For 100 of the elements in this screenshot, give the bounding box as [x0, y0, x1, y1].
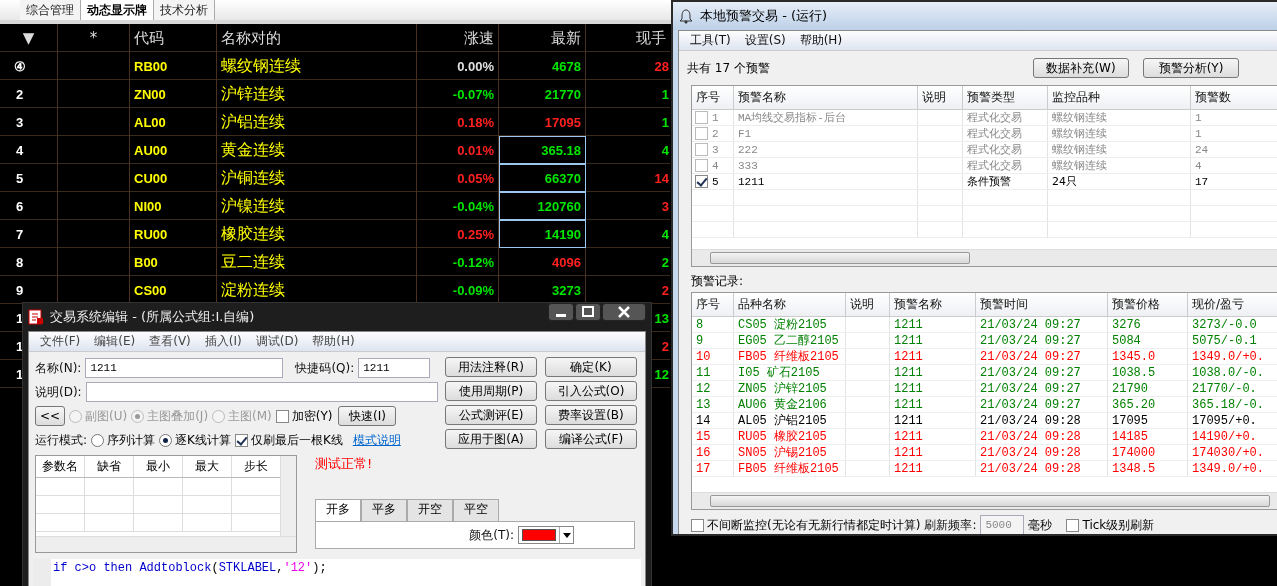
- table-cell: AU00: [130, 136, 217, 164]
- field-label: 快捷码(Q):: [295, 359, 355, 377]
- tab[interactable]: 平空: [453, 499, 499, 521]
- column-header[interactable]: 参数名: [36, 456, 85, 477]
- table-cell: 3: [712, 143, 719, 156]
- table-cell: 3273: [552, 282, 581, 298]
- column-header[interactable]: ▼: [0, 24, 58, 52]
- column-header[interactable]: 序号: [692, 293, 734, 316]
- table-cell: 21/03/24 09:27: [980, 317, 1081, 332]
- button[interactable]: 公式测评(E): [445, 405, 537, 425]
- column-header[interactable]: 预警数: [1191, 86, 1277, 109]
- shortcut-field[interactable]: 1211: [358, 358, 431, 378]
- tab[interactable]: 开空: [407, 499, 453, 521]
- table-cell: 17095/+0.: [1192, 413, 1257, 428]
- field-label: 运行模式:: [35, 431, 88, 449]
- column-header[interactable]: 代码: [130, 24, 217, 52]
- tab[interactable]: 平多: [361, 499, 407, 521]
- horizontal-scrollbar[interactable]: [692, 249, 1277, 266]
- color-picker[interactable]: [518, 526, 574, 544]
- button[interactable]: 预警分析(Y): [1143, 58, 1239, 78]
- column-header[interactable]: 缺省: [85, 456, 134, 477]
- table-cell: 条件预警: [963, 174, 1048, 189]
- table-cell: 螺纹钢连续: [217, 52, 417, 80]
- tab[interactable]: 动态显示牌: [81, 0, 154, 20]
- table-cell: 螺纹钢连续: [1048, 158, 1191, 173]
- table-cell-text: FB05 纤维板2105: [738, 461, 839, 477]
- column-header[interactable]: 说明: [846, 293, 890, 316]
- checkbox[interactable]: [234, 433, 248, 447]
- table-cell: -0.07%: [452, 86, 494, 102]
- table-cell: 1: [1191, 126, 1277, 141]
- radio-button[interactable]: [159, 433, 173, 447]
- menu-item[interactable]: 调试(D): [250, 333, 304, 350]
- button[interactable]: 引入公式(O): [545, 381, 637, 401]
- menu-item[interactable]: 插入(I): [199, 333, 247, 350]
- table-cell: 14190: [544, 226, 581, 242]
- table-cell: 174000: [1112, 445, 1156, 460]
- column-header[interactable]: 预警名称: [890, 293, 976, 316]
- button[interactable]: 确定(K): [545, 357, 637, 377]
- code-editor[interactable]: if c>o then Addtoblock(STKLABEL,'12');: [33, 559, 641, 586]
- menu-item[interactable]: 工具(T): [685, 32, 736, 49]
- mode-link[interactable]: 模式说明: [352, 431, 401, 449]
- horizontal-scrollbar[interactable]: [36, 536, 296, 552]
- column-header[interactable]: 现手: [586, 24, 670, 52]
- tab[interactable]: 综合管理: [20, 0, 81, 20]
- menu-item[interactable]: 帮助(H): [307, 333, 360, 350]
- button[interactable]: 用法注释(R): [445, 357, 537, 377]
- table-cell: 10: [696, 349, 711, 364]
- menu-item[interactable]: 编辑(E): [89, 333, 141, 350]
- table-cell: AL00: [130, 108, 217, 136]
- description-field[interactable]: [85, 382, 438, 402]
- table-cell: 21/03/24 09:28: [980, 429, 1081, 444]
- button[interactable]: 费率设置(B): [545, 405, 637, 425]
- tab[interactable]: 技术分析: [154, 0, 215, 20]
- column-header[interactable]: 说明: [918, 86, 963, 109]
- column-header[interactable]: 最大: [183, 456, 232, 477]
- column-header[interactable]: 预警名称: [734, 86, 918, 109]
- column-header[interactable]: 预警类型: [963, 86, 1048, 109]
- column-header[interactable]: 预警价格: [1108, 293, 1188, 316]
- button[interactable]: 数据补充(W): [1033, 58, 1129, 78]
- checkbox[interactable]: [691, 518, 704, 532]
- button[interactable]: 应用于图(A): [445, 429, 537, 449]
- checkbox[interactable]: [275, 409, 289, 423]
- column-header[interactable]: 涨速: [417, 24, 499, 52]
- checkbox-label: 加密(Y): [291, 407, 333, 425]
- table-cell: 14: [696, 413, 711, 428]
- table-cell: 2: [661, 282, 669, 298]
- column-header[interactable]: 现价/盈亏: [1188, 293, 1277, 316]
- menu-item[interactable]: 设置(S): [739, 32, 791, 49]
- table-cell: RU00: [130, 220, 217, 248]
- code-line: if c>o then Addtoblock(STKLABEL,'12');: [52, 560, 328, 577]
- radio-button[interactable]: [91, 433, 105, 447]
- horizontal-scrollbar[interactable]: [692, 492, 1277, 509]
- tab[interactable]: 开多: [315, 499, 361, 521]
- table-cell: 2: [661, 338, 669, 354]
- column-header[interactable]: 序号: [692, 86, 734, 109]
- table-cell: ④: [0, 52, 58, 80]
- collapse-button[interactable]: <<: [35, 406, 65, 426]
- fast-button[interactable]: 快速(I): [338, 406, 397, 426]
- column-header[interactable]: 预警时间: [976, 293, 1108, 316]
- table-cell: 0.25%: [457, 226, 494, 242]
- menu-item[interactable]: 查看(V): [144, 333, 196, 350]
- table-cell: 333: [734, 158, 918, 173]
- button[interactable]: 使用周期(P): [445, 381, 537, 401]
- table-cell: 螺纹钢连续: [1048, 126, 1191, 141]
- column-header[interactable]: 名称对的: [217, 24, 417, 52]
- vertical-scrollbar[interactable]: [280, 456, 296, 536]
- menu-item[interactable]: 帮助(H): [794, 32, 848, 49]
- table-cell: 11: [696, 365, 711, 380]
- table-cell-text: CS05 淀粉2105: [738, 317, 827, 333]
- name-field[interactable]: 1211: [85, 358, 284, 378]
- table-cell: 5: [0, 164, 58, 192]
- column-header[interactable]: 最新: [499, 24, 586, 52]
- checkbox[interactable]: [695, 175, 708, 188]
- column-header[interactable]: 品种名称: [734, 293, 846, 316]
- column-header[interactable]: 最小: [134, 456, 183, 477]
- checkbox[interactable]: [1066, 518, 1080, 532]
- column-header[interactable]: *: [58, 24, 130, 52]
- column-header[interactable]: 监控品种: [1048, 86, 1191, 109]
- table-cell: 3: [0, 108, 58, 136]
- button[interactable]: 编译公式(F): [545, 429, 637, 449]
